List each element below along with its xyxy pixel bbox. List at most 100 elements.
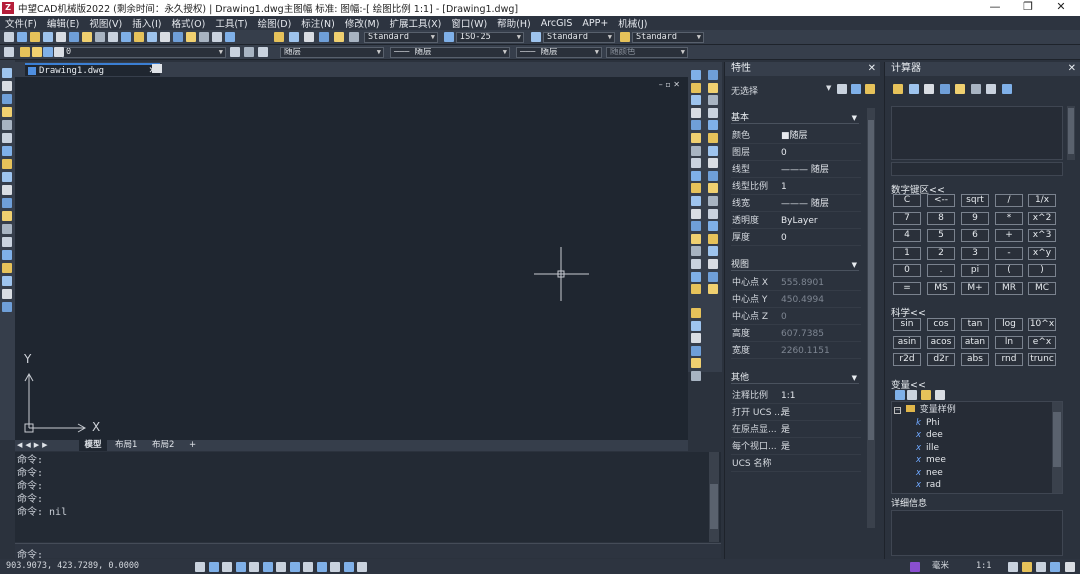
toolbar-tool-icon[interactable] [121,32,131,42]
science-button[interactable]: ln [995,335,1023,349]
property-row[interactable]: 中心点 X 555.8901 [731,275,861,291]
toolbar-tool-icon[interactable] [30,32,40,42]
status-toggle-icon[interactable] [276,562,286,572]
modify-tool-icon[interactable] [708,233,718,244]
status-toggle-icon[interactable] [1036,562,1046,572]
layer-tool-icon[interactable] [43,47,53,57]
toolbar-tool-icon[interactable] [225,32,235,42]
toolbar-tool-icon[interactable] [531,32,541,42]
tab-layout2[interactable]: 布局2 [152,440,174,451]
modify-tool-icon[interactable] [691,221,701,232]
modify-tool-icon[interactable] [708,145,718,156]
properties-tool-icon[interactable] [851,84,861,94]
status-toggle-icon[interactable] [343,562,354,572]
property-value[interactable]: 0 [781,309,787,325]
keypad-button[interactable]: 2 [927,246,955,260]
modify-tool-icon[interactable] [708,120,718,131]
science-button[interactable]: sin [893,318,921,331]
toolbar-tool-icon[interactable] [160,32,170,42]
property-value[interactable]: 0 [781,230,787,246]
property-value[interactable]: 607.7385 [781,326,824,342]
draw-tool-icon[interactable] [2,107,12,117]
property-row[interactable]: 颜色 ■随层 [731,128,861,144]
modify-tool-icon[interactable] [708,221,718,232]
status-toggle-icon[interactable] [222,562,232,572]
keypad-button[interactable]: 0 [893,264,921,277]
draw-tool-icon[interactable] [2,237,12,247]
property-row[interactable]: 厚度 0 [731,230,861,246]
property-value[interactable]: 是 [781,422,790,438]
modify-tool-icon[interactable] [708,183,718,194]
keypad-button[interactable]: x^3 [1028,229,1056,242]
keypad-button[interactable]: MS [927,281,955,295]
modify-tool-icon[interactable] [708,271,718,282]
menu-item[interactable]: 插入(I) [127,16,166,30]
variable-item[interactable]: x mee [916,454,946,466]
tab-drawing1[interactable]: Drawing1.dwg ✕ [25,63,160,76]
draw-tool-icon[interactable] [2,224,12,234]
variable-item[interactable]: x dee [916,429,943,441]
toolbar-tool-icon[interactable] [95,32,105,42]
toolbar-tool-icon[interactable] [289,32,299,42]
status-toggle-icon[interactable] [1050,562,1060,572]
property-row[interactable]: 中心点 Y 450.4994 [731,292,861,308]
menu-item[interactable]: 扩展工具(X) [384,16,446,30]
layer-tool-icon[interactable] [244,47,254,57]
keypad-button[interactable]: - [995,246,1023,260]
toolbar-tool-icon[interactable] [186,32,196,42]
multileader-style-select[interactable]: Standard ▼ [632,32,704,43]
close-properties-button[interactable]: ✕ [868,62,876,76]
property-row[interactable]: 注释比例 1:1 [731,388,861,404]
variable-item[interactable]: x nee [916,467,943,479]
menu-item[interactable]: 帮助(H) [492,16,536,30]
calculator-tool-icon[interactable] [986,84,996,94]
property-value[interactable]: 0 [781,145,787,161]
property-value[interactable]: 2260.1151 [781,343,830,359]
toolbar-tool-icon[interactable] [82,32,92,42]
keypad-button[interactable]: 1 [893,246,921,260]
property-value[interactable]: ByLayer [781,213,818,229]
layer-tool-icon[interactable] [230,47,240,57]
modify-tool-icon[interactable] [691,107,701,118]
add-layout-button[interactable]: + [189,440,196,451]
keypad-button[interactable]: MR [995,281,1023,295]
dim-style-select[interactable]: ISO-25 ▼ [456,32,524,43]
variables-section-label[interactable]: 变量<< [891,377,926,391]
status-toggle-icon[interactable] [316,562,327,572]
science-button[interactable]: cos [927,318,955,331]
selection-select[interactable]: 无选择 ▼ [731,84,831,97]
property-row[interactable]: 在原点显... 是 [731,422,861,438]
tree-root[interactable]: − 变量样例 [894,404,956,416]
status-toggle-icon[interactable] [910,562,920,572]
science-button[interactable]: rnd [995,353,1023,366]
science-button[interactable]: r2d [893,353,921,366]
menu-item[interactable]: 视图(V) [84,16,127,30]
property-value[interactable]: 555.8901 [781,275,824,291]
layer-tool-icon[interactable] [54,47,64,57]
calculator-tool-icon[interactable] [1001,84,1012,94]
draw-tool-icon[interactable] [2,94,12,104]
science-button[interactable]: abs [961,353,989,366]
variable-item[interactable]: x rad [916,479,941,491]
science-button[interactable]: asin [893,335,921,349]
modify-tool-icon[interactable] [708,70,718,80]
property-row[interactable]: 打开 UCS ... 是 [731,405,861,421]
modify-tool-icon[interactable] [691,95,701,106]
modify-tool-icon[interactable] [691,133,701,143]
draw-tool-icon[interactable] [2,159,12,169]
property-value[interactable]: 450.4994 [781,292,824,308]
menu-item[interactable]: 机械(J) [613,16,652,30]
keypad-button[interactable]: 1/x [1028,194,1056,207]
modify-tool-icon[interactable] [691,170,701,181]
science-button[interactable]: d2r [927,353,955,366]
menu-item[interactable]: 文件(F) [0,16,42,30]
toolbar-tool-icon[interactable] [274,32,284,42]
toolbar-tool-icon[interactable] [17,32,27,42]
section-header[interactable]: 基本 ▼ [731,112,859,124]
toolbar-tool-icon[interactable] [147,32,157,42]
draw-tool-icon[interactable] [2,198,12,208]
keypad-button[interactable]: 6 [961,229,989,242]
modify-tool-icon[interactable] [691,246,701,257]
keypad-button[interactable]: C [893,194,921,207]
modify-tool-icon[interactable] [708,208,718,219]
